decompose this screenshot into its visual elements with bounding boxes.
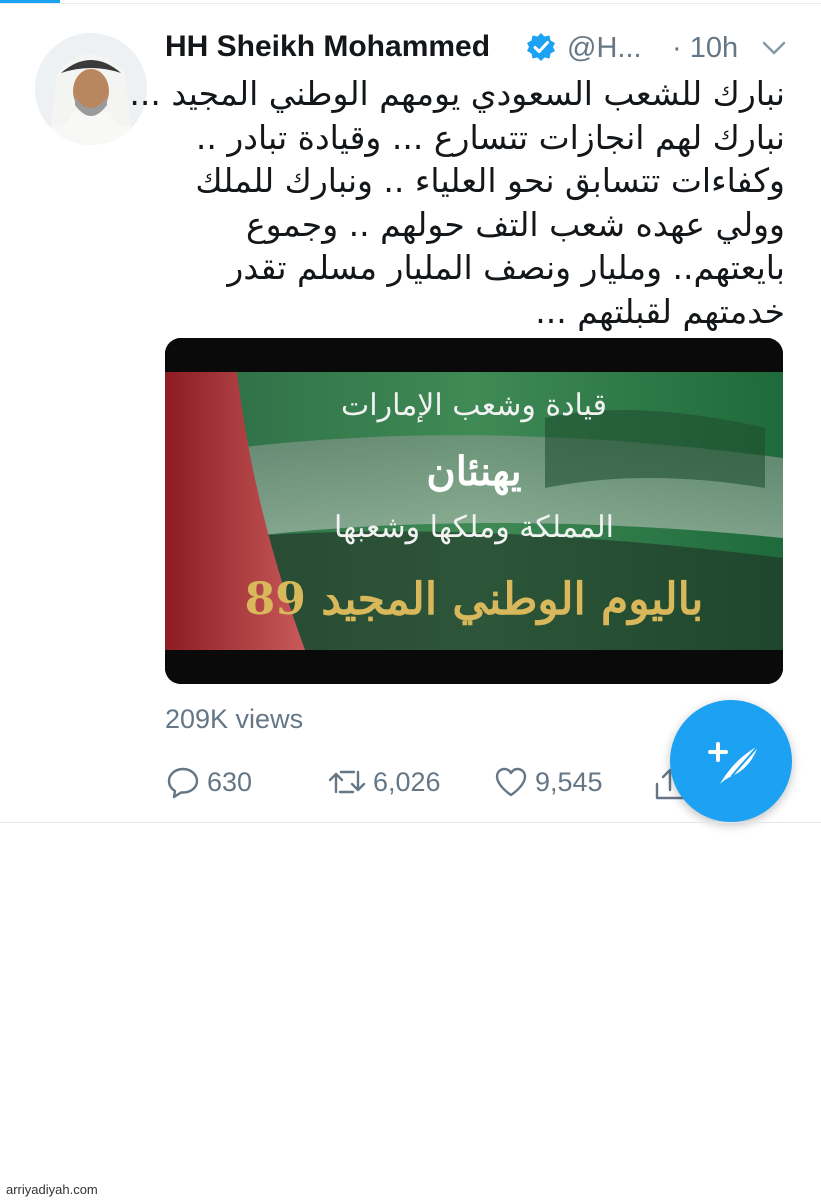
- tweet-text-line: وكفاءات تتسابق نحو العلياء .. ونبارك للم…: [195, 161, 785, 200]
- media-caption-line: المملكة وملكها وشعبها: [334, 510, 614, 545]
- like-button[interactable]: 9,545: [493, 762, 603, 802]
- tweet-text-line: خدمتهم لقبلتهم ...: [535, 291, 785, 331]
- tweet-text-line: وولي عهده شعب التف حولهم .. وجموع: [245, 204, 785, 244]
- display-name[interactable]: HH Sheikh Mohammed: [165, 30, 490, 64]
- media-caption-line: باليوم الوطني المجيد 89: [244, 574, 704, 625]
- compose-tweet-icon: [708, 742, 759, 784]
- tweet-text: نبارك للشعب السعودي يومهم الوطني المجيد …: [129, 72, 785, 333]
- reply-icon: [165, 764, 201, 800]
- heart-icon: [493, 764, 529, 800]
- tweet-text-line: نبارك للشعب السعودي يومهم الوطني المجيد …: [129, 74, 785, 113]
- reply-count: 630: [207, 766, 253, 797]
- reply-button[interactable]: 630: [165, 762, 252, 802]
- tweet-divider: [0, 822, 821, 823]
- like-count: 9,545: [535, 766, 603, 797]
- chevron-down-icon[interactable]: [761, 36, 787, 60]
- handle[interactable]: @H...: [567, 32, 642, 65]
- retweet-button[interactable]: 6,026: [327, 762, 441, 802]
- tweet-text-line: نبارك لهم انجازات تتسارع ... وقيادة تباد…: [195, 117, 785, 157]
- media-caption-line: قيادة وشعب الإمارات: [341, 388, 607, 423]
- retweet-icon: [327, 764, 367, 800]
- tweet-header: HH Sheikh Mohammed @H... · 10h: [165, 28, 795, 68]
- tweet-text-line: بايعتهم.. ومليار ونصف المليار مسلم تقدر: [227, 248, 785, 287]
- compose-tweet-button[interactable]: [670, 700, 792, 822]
- top-divider: [0, 3, 821, 4]
- source-watermark: arriyadiyah.com: [6, 1182, 98, 1197]
- timestamp[interactable]: · 10h: [672, 32, 738, 65]
- retweet-count: 6,026: [373, 766, 441, 797]
- media-caption-line: يهنئان: [426, 448, 522, 495]
- view-count: 209K views: [165, 704, 304, 734]
- verified-badge-icon: [526, 32, 556, 62]
- video-media[interactable]: قيادة وشعب الإمارات يهنئان المملكة وملكه…: [165, 338, 783, 684]
